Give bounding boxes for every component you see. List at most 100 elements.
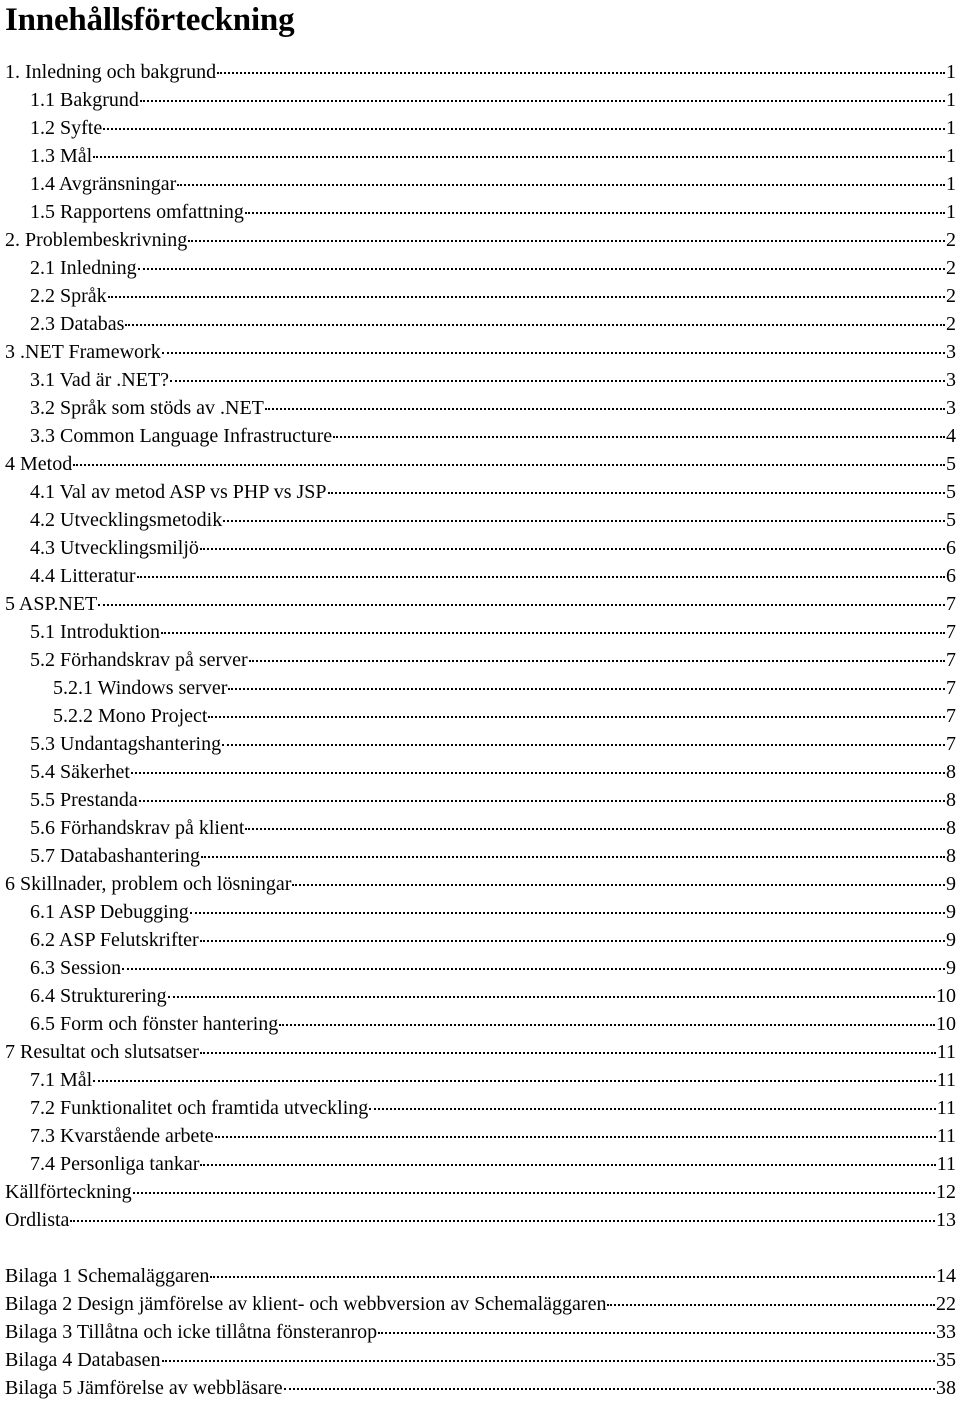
toc-dot-leader bbox=[199, 534, 945, 554]
toc-entry[interactable]: Bilaga 5 Jämförelse av webbläsare 38 bbox=[5, 1374, 956, 1402]
toc-entry[interactable]: 2. Problembeskrivning 2 bbox=[5, 226, 956, 254]
toc-entry[interactable]: 1.5 Rapportens omfattning 1 bbox=[5, 198, 956, 226]
toc-entry[interactable]: 5.4 Säkerhet 8 bbox=[5, 758, 956, 786]
toc-entry[interactable]: Ordlista 13 bbox=[5, 1206, 956, 1234]
toc-dot-leader bbox=[279, 1010, 935, 1030]
toc-entry[interactable]: 7.2 Funktionalitet och framtida utveckli… bbox=[5, 1094, 956, 1122]
toc-entry[interactable]: Källförteckning 12 bbox=[5, 1178, 956, 1206]
toc-dot-leader bbox=[161, 338, 945, 358]
toc-entry[interactable]: 5.6 Förhandskrav på klient 8 bbox=[5, 814, 956, 842]
toc-entry-page-number: 9 bbox=[946, 901, 956, 923]
toc-entry[interactable]: 5.7 Databashantering 8 bbox=[5, 842, 956, 870]
toc-entry[interactable]: 4.1 Val av metod ASP vs PHP vs JSP 5 bbox=[5, 478, 956, 506]
toc-entry[interactable]: 6.1 ASP Debugging 9 bbox=[5, 898, 956, 926]
toc-dot-leader bbox=[161, 618, 945, 638]
toc-dot-leader bbox=[93, 142, 945, 162]
toc-entry[interactable]: 6.5 Form och fönster hantering 10 bbox=[5, 1010, 956, 1038]
toc-dot-leader bbox=[210, 1262, 935, 1282]
toc-entry-label: Bilaga 3 Tillåtna och icke tillåtna föns… bbox=[5, 1321, 378, 1343]
toc-entry[interactable]: 2.2 Språk 2 bbox=[5, 282, 956, 310]
toc-entry[interactable]: 3 .NET Framework 3 bbox=[5, 338, 956, 366]
toc-entry[interactable]: Bilaga 2 Design jämförelse av klient- oc… bbox=[5, 1290, 956, 1318]
toc-entry-label: 6 Skillnader, problem och lösningar bbox=[5, 873, 292, 895]
toc-dot-leader bbox=[292, 870, 945, 890]
toc-entry-label: Bilaga 1 Schemaläggaren bbox=[5, 1265, 210, 1287]
toc-entry[interactable]: 5.5 Prestanda 8 bbox=[5, 786, 956, 814]
toc-entry[interactable]: 5.2 Förhandskrav på server 7 bbox=[5, 646, 956, 674]
table-of-contents-list: 1. Inledning och bakgrund 1 1.1 Bakgrund 1 1… bbox=[5, 37, 956, 1402]
toc-entry-page-number: 10 bbox=[936, 985, 956, 1007]
toc-entry-page-number: 2 bbox=[946, 313, 956, 335]
toc-entry-label: 6.3 Session bbox=[30, 957, 122, 979]
toc-entry[interactable]: 1.3 Mål 1 bbox=[5, 142, 956, 170]
toc-entry[interactable]: 4.2 Utvecklingsmetodik 5 bbox=[5, 506, 956, 534]
toc-entry[interactable]: 4.3 Utvecklingsmiljö 6 bbox=[5, 534, 956, 562]
toc-dot-leader bbox=[136, 562, 945, 582]
toc-entry-page-number: 11 bbox=[936, 1125, 956, 1147]
toc-entry[interactable]: 4 Metod 5 bbox=[5, 450, 956, 478]
toc-entry[interactable]: 5 ASP.NET 7 bbox=[5, 590, 956, 618]
toc-entry-page-number: 9 bbox=[946, 873, 956, 895]
toc-entry-page-number: 11 bbox=[936, 1153, 956, 1175]
toc-dot-leader bbox=[245, 814, 945, 834]
toc-entry-page-number: 14 bbox=[936, 1265, 956, 1287]
toc-entry[interactable]: Bilaga 3 Tillåtna och icke tillåtna föns… bbox=[5, 1318, 956, 1346]
toc-entry-label: 1.5 Rapportens omfattning bbox=[30, 201, 244, 223]
toc-dot-leader bbox=[200, 1150, 936, 1170]
toc-dot-leader bbox=[217, 58, 945, 78]
toc-entry[interactable]: 3.3 Common Language Infrastructure 4 bbox=[5, 422, 956, 450]
toc-entry[interactable]: Bilaga 4 Databasen 35 bbox=[5, 1346, 956, 1374]
toc-entry[interactable]: 2.3 Databas 2 bbox=[5, 310, 956, 338]
toc-dot-leader bbox=[167, 982, 935, 1002]
toc-entry[interactable]: 3.2 Språk som stöds av .NET 3 bbox=[5, 394, 956, 422]
toc-entry-page-number: 1 bbox=[946, 117, 956, 139]
toc-entry-page-number: 35 bbox=[936, 1349, 956, 1371]
toc-entry-label: Bilaga 5 Jämförelse av webbläsare bbox=[5, 1377, 283, 1399]
toc-entry[interactable]: 3.1 Vad är .NET? 3 bbox=[5, 366, 956, 394]
toc-entry[interactable]: 4.4 Litteratur 6 bbox=[5, 562, 956, 590]
toc-entry[interactable]: 7 Resultat och slutsatser 11 bbox=[5, 1038, 956, 1066]
toc-entry[interactable]: 1. Inledning och bakgrund 1 bbox=[5, 58, 956, 86]
toc-entry-page-number: 11 bbox=[936, 1041, 956, 1063]
toc-entry[interactable]: 5.2.1 Windows server 7 bbox=[5, 674, 956, 702]
toc-entry-page-number: 1 bbox=[946, 89, 956, 111]
toc-entry-label: 5.3 Undantagshantering bbox=[30, 733, 222, 755]
toc-dot-leader bbox=[188, 226, 945, 246]
toc-dot-leader bbox=[378, 1318, 935, 1338]
toc-entry-label: 3.1 Vad är .NET? bbox=[30, 369, 170, 391]
toc-dot-leader bbox=[177, 170, 945, 190]
toc-dot-leader bbox=[132, 1178, 935, 1198]
toc-entry[interactable]: 7.1 Mål 11 bbox=[5, 1066, 956, 1094]
toc-entry[interactable]: 1.1 Bakgrund 1 bbox=[5, 86, 956, 114]
toc-entry[interactable]: 5.3 Undantagshantering 7 bbox=[5, 730, 956, 758]
toc-dot-leader bbox=[327, 478, 945, 498]
toc-entry-label: 5.6 Förhandskrav på klient bbox=[30, 817, 245, 839]
toc-entry[interactable]: 7.4 Personliga tankar 11 bbox=[5, 1150, 956, 1178]
toc-entry[interactable]: 6.3 Session 9 bbox=[5, 954, 956, 982]
toc-dot-leader bbox=[137, 254, 945, 274]
toc-dot-leader bbox=[70, 1206, 935, 1226]
toc-entry-page-number: 6 bbox=[946, 565, 956, 587]
toc-entry-page-number: 5 bbox=[946, 453, 956, 475]
toc-entry-page-number: 1 bbox=[946, 173, 956, 195]
toc-entry[interactable]: 7.3 Kvarstående arbete 11 bbox=[5, 1122, 956, 1150]
toc-entry-page-number: 13 bbox=[936, 1209, 956, 1231]
toc-entry-label: 7.1 Mål bbox=[30, 1069, 93, 1091]
toc-entry-page-number: 1 bbox=[946, 61, 956, 83]
toc-entry[interactable]: 5.1 Introduktion 7 bbox=[5, 618, 956, 646]
toc-dot-leader bbox=[244, 198, 945, 218]
toc-entry-label: 4.2 Utvecklingsmetodik bbox=[30, 509, 223, 531]
toc-entry[interactable]: 6.2 ASP Felutskrifter 9 bbox=[5, 926, 956, 954]
toc-entry[interactable]: 6 Skillnader, problem och lösningar 9 bbox=[5, 870, 956, 898]
toc-entry[interactable]: 6.4 Strukturering 10 bbox=[5, 982, 956, 1010]
toc-entry-page-number: 1 bbox=[946, 201, 956, 223]
toc-entry[interactable]: 1.2 Syfte 1 bbox=[5, 114, 956, 142]
toc-entry[interactable]: Bilaga 1 Schemaläggaren 14 bbox=[5, 1262, 956, 1290]
toc-entry[interactable]: 2.1 Inledning 2 bbox=[5, 254, 956, 282]
toc-entry-page-number: 6 bbox=[946, 537, 956, 559]
toc-entry[interactable]: 1.4 Avgränsningar 1 bbox=[5, 170, 956, 198]
toc-entry-label: 4.4 Litteratur bbox=[30, 565, 136, 587]
toc-entry-label: 5.7 Databashantering bbox=[30, 845, 200, 867]
toc-entry[interactable]: 5.2.2 Mono Project 7 bbox=[5, 702, 956, 730]
toc-dot-leader bbox=[125, 310, 945, 330]
